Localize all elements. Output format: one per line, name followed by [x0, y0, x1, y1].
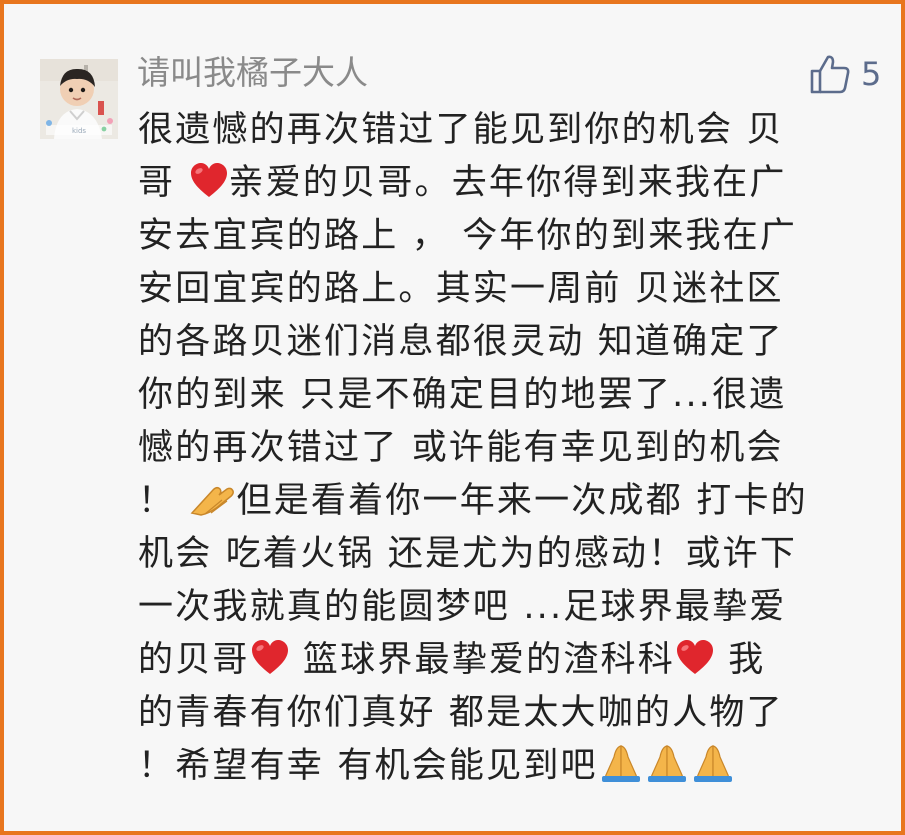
thumbs-up-icon — [810, 55, 850, 94]
comment-text-segment: 我 — [714, 640, 766, 680]
comment-line: 机会 吃着火锅 还是尤为的感动！或许下 — [138, 528, 873, 581]
praying-hands-icon — [690, 743, 736, 783]
username[interactable]: 请叫我橘子大人 — [137, 50, 368, 96]
comment-line: 哥 亲爱的贝哥。去年你得到来我在广 — [138, 157, 873, 210]
comment-card: kids 请叫我橘子大人 5 很遗憾的再次错过了能见到你的机会 贝 哥 亲爱的贝… — [0, 0, 905, 835]
comment-text-segment: 的各路贝迷们消息都很灵动 知道确定了 — [138, 322, 784, 362]
comment-text-segment: 亲爱的贝哥。去年你得到来我在广 — [228, 163, 787, 203]
comment-text-segment: 安回宜宾的路上。其实一周前 贝迷社区 — [138, 269, 784, 309]
comment-text-segment: 哥 — [138, 163, 189, 203]
praying-hands-icon — [644, 743, 690, 783]
comment-line: 安去宜宾的路上 ， 今年你的到来我在广 — [138, 210, 873, 263]
praying-hands-icon — [598, 743, 644, 783]
comment-line: ！希望有幸 有机会能见到吧 — [138, 740, 873, 793]
comment-line: 憾的再次错过了 或许能有幸见到的机会 — [138, 422, 873, 475]
red-heart-icon — [250, 639, 290, 677]
comment-text-segment: ！希望有幸 有机会能见到吧 — [138, 746, 598, 786]
comment-line: 安回宜宾的路上。其实一周前 贝迷社区 — [138, 263, 873, 316]
comment-line: 一次我就真的能圆梦吧 ...足球界最挚爱 — [138, 581, 873, 634]
comment-line: 的贝哥 篮球界最挚爱的渣科科 我 — [138, 634, 873, 687]
red-heart-icon — [189, 162, 229, 200]
avatar-image: kids — [40, 59, 118, 139]
comment-text-segment: 一次我就真的能圆梦吧 ...足球界最挚爱 — [138, 587, 787, 627]
comment-text-segment: ！ — [138, 481, 189, 521]
comment-text-segment: 的贝哥 — [138, 640, 250, 680]
clapping-hand-icon — [189, 480, 237, 518]
comment-line: 很遗憾的再次错过了能见到你的机会 贝 — [138, 104, 873, 157]
avatar-caption: kids — [72, 127, 86, 135]
comment-text-segment: 机会 吃着火锅 还是尤为的感动！或许下 — [138, 534, 798, 574]
comment-text: 很遗憾的再次错过了能见到你的机会 贝 哥 亲爱的贝哥。去年你得到来我在广 安去宜… — [138, 104, 873, 793]
avatar[interactable]: kids — [40, 59, 118, 139]
comment-text-segment: 篮球界最挚爱的渣科科 — [289, 640, 675, 680]
comment-text-segment: 的青春有你们真好 都是太大咖的人物了 — [138, 693, 784, 733]
comment-text-segment: 憾的再次错过了 或许能有幸见到的机会 — [138, 428, 784, 468]
comment-line: 的各路贝迷们消息都很灵动 知道确定了 — [138, 316, 873, 369]
red-heart-icon — [675, 639, 715, 677]
comment-line: 你的到来 只是不确定目的地罢了...很遗 — [138, 369, 873, 422]
like-count: 5 — [861, 55, 882, 93]
like-button[interactable]: 5 — [809, 48, 894, 100]
comment-line: 的青春有你们真好 都是太大咖的人物了 — [138, 687, 873, 740]
comment-text-segment: 安去宜宾的路上 ， 今年你的到来我在广 — [138, 216, 798, 256]
comment-text-segment: 但是看着你一年来一次成都 打卡的 — [236, 481, 808, 521]
comment-text-segment: 很遗憾的再次错过了能见到你的机会 贝 — [138, 110, 784, 150]
comment-line: ！ 但是看着你一年来一次成都 打卡的 — [138, 475, 873, 528]
comment-text-segment: 你的到来 只是不确定目的地罢了...很遗 — [138, 375, 787, 415]
